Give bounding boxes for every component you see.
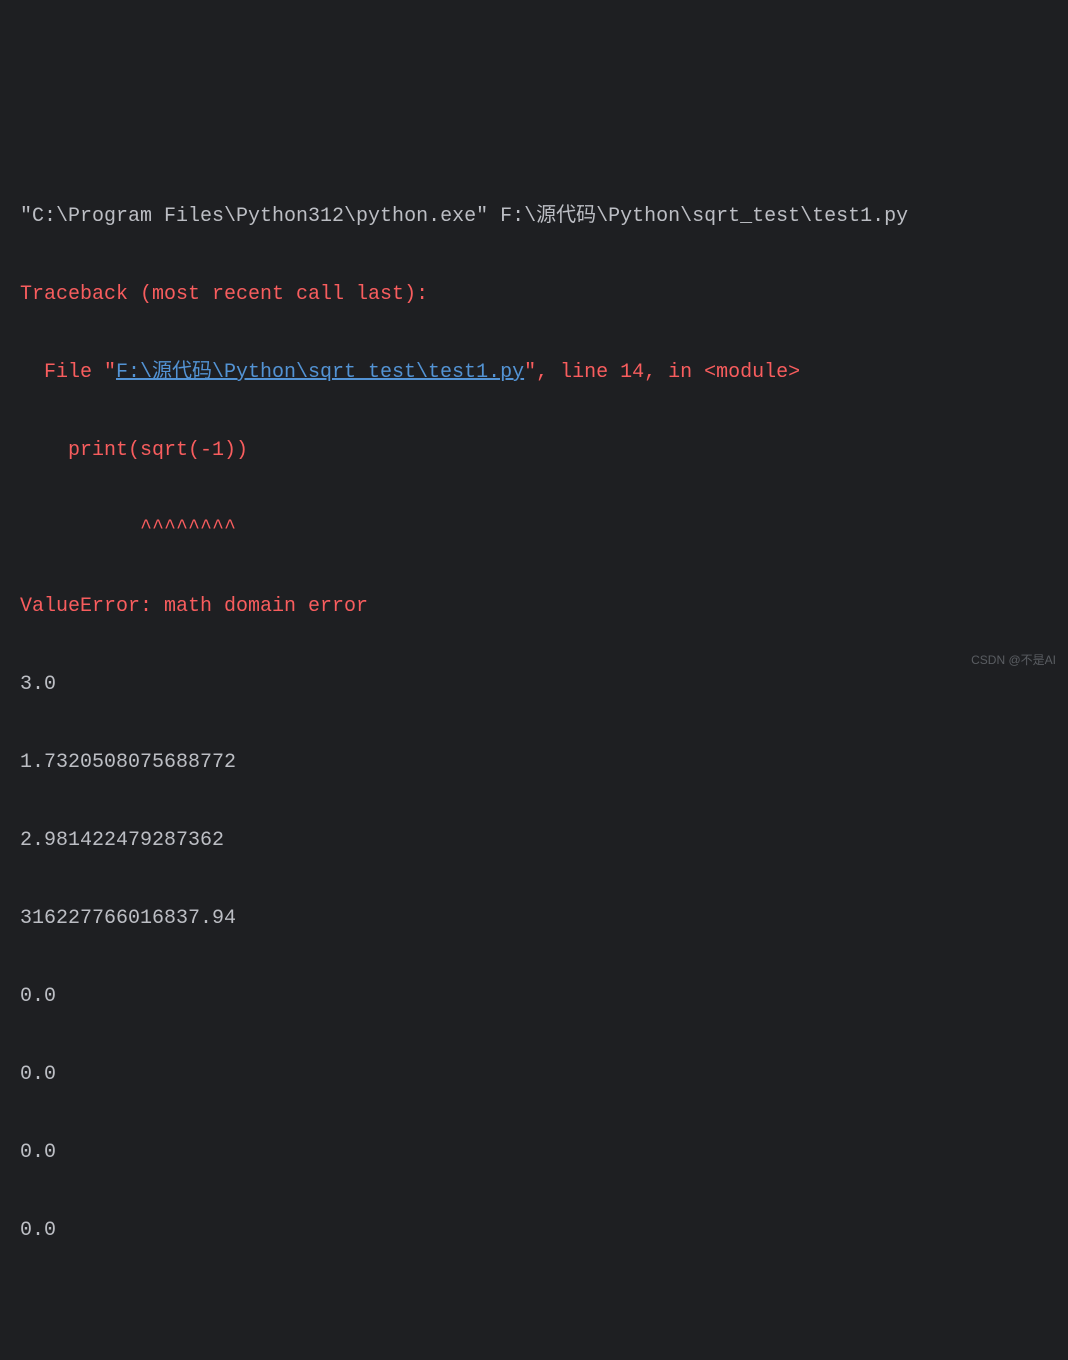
error-message: ValueError: math domain error: [20, 586, 1048, 628]
error-code-line: print(sqrt(-1)): [20, 430, 1048, 472]
command-line: "C:\Program Files\Python312\python.exe" …: [20, 196, 1048, 238]
file-link[interactable]: F:\源代码\Python\sqrt_test\test1.py: [116, 361, 524, 384]
output-line: 0.0: [20, 1054, 1048, 1096]
output-line: 3.0: [20, 664, 1048, 706]
file-prefix: File ": [20, 361, 116, 384]
terminal-output: "C:\Program Files\Python312\python.exe" …: [20, 160, 1048, 1360]
output-line: 2.981422479287362: [20, 820, 1048, 862]
output-line: 1.7320508075688772: [20, 742, 1048, 784]
blank-line: [20, 1288, 1048, 1330]
output-line: 316227766016837.94: [20, 898, 1048, 940]
traceback-header: Traceback (most recent call last):: [20, 274, 1048, 316]
output-line: 0.0: [20, 1132, 1048, 1174]
file-suffix: ", line 14, in <module>: [524, 361, 800, 384]
output-line: 0.0: [20, 1210, 1048, 1252]
watermark: CSDN @不是AI: [971, 650, 1056, 672]
output-line: 0.0: [20, 976, 1048, 1018]
traceback-file-line: File "F:\源代码\Python\sqrt_test\test1.py",…: [20, 352, 1048, 394]
error-caret-line: ^^^^^^^^: [20, 508, 1048, 550]
